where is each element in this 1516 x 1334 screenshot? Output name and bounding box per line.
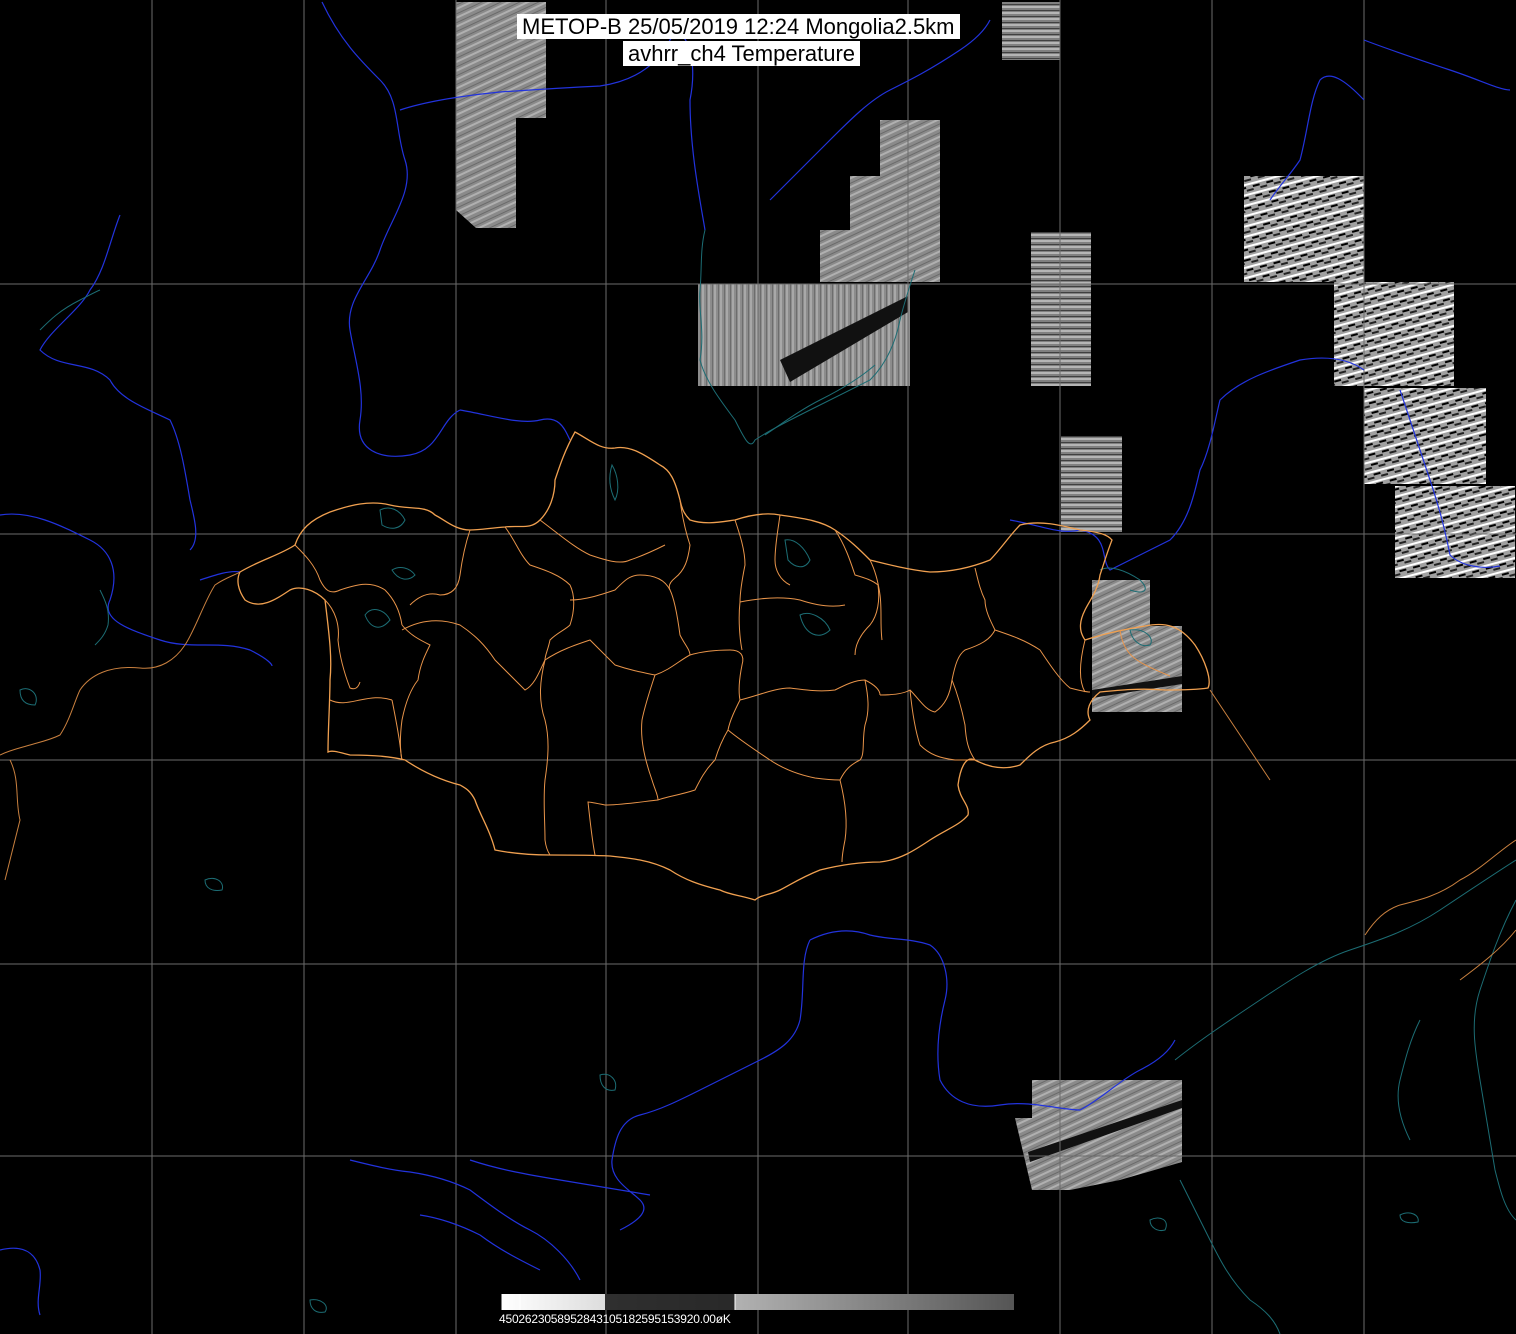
swath-fragment-top [1002,2,1060,60]
swath-fragment-center-a [1031,232,1091,386]
map-view: METOP-B 25/05/2019 12:24 Mongolia2.5km a… [0,0,1516,1334]
colorbar-dark-segment [605,1294,735,1310]
map-title: METOP-B 25/05/2019 12:24 Mongolia2.5km [517,14,960,39]
swath-fragment-ne-c [1364,388,1486,484]
map-subtitle: avhrr_ch4 Temperature [623,41,861,66]
swath-fragment-ne-a [1244,176,1364,282]
satellite-swath-fragments [456,2,1515,1190]
colorbar-group [501,1294,1014,1310]
swath-fragment-ne-d [1395,486,1515,578]
swath-fragment-center-b [1061,436,1122,532]
province-borders [294,499,1171,863]
swath-fragment-baikal-north [820,120,940,282]
colorbar-tick-labels: 4502623058952843105182595153920.00øK [499,1312,731,1326]
lakes-and-coastlines [19,229,1516,1334]
swath-fragment-ne-b [1334,282,1454,386]
colorbar [502,1294,1014,1310]
map-canvas [0,0,1516,1334]
